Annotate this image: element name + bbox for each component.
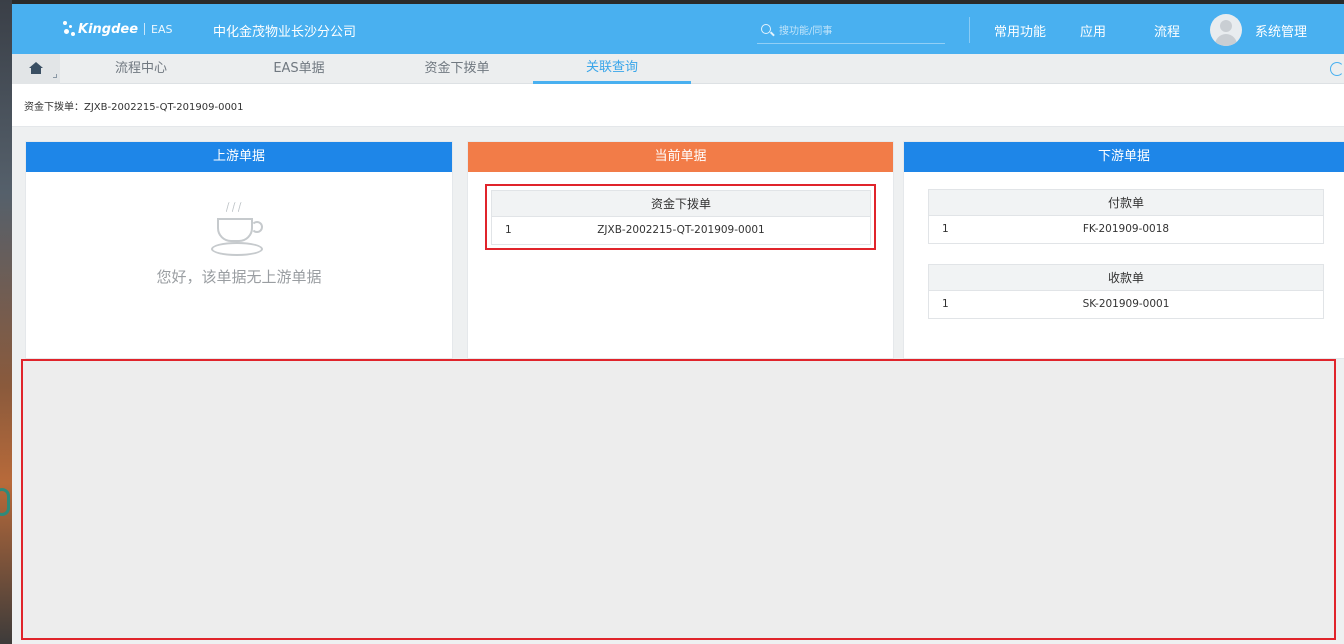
payment-doc-table-header: 付款单 [929,190,1323,216]
desktop-ring-shape [0,488,10,516]
table-row[interactable]: FK-201909-0018 1 [929,216,1323,243]
user-avatar[interactable] [1210,14,1242,46]
empty-state: 您好，该单据无上游单据 [26,202,452,287]
tab-bar: 流程中心 EAS单据 资金下拨单 关联查询 [12,54,1344,84]
breadcrumb: 资金下拨单：ZJXB-2002215-QT-201909-0001 [24,102,244,113]
user-name[interactable]: 系统管理 [1255,21,1307,40]
downstream-panel: 下游单据 付款单 FK-201909-0018 1 收款单 SK-201909-… [903,141,1344,359]
doc-number[interactable]: SK-201909-0001 [929,291,1323,318]
table-row[interactable]: SK-201909-0001 1 [929,291,1323,318]
kingdee-logo[interactable]: Kingdee EAS [62,18,173,40]
app-window: Kingdee EAS 中化金茂物业长沙分公司 常用功能 应用 流程 系统管理 … [12,4,1344,644]
receipt-doc-table: 收款单 SK-201909-0001 1 [928,264,1324,319]
home-button[interactable] [12,54,60,84]
tab-eas-documents[interactable]: EAS单据 [220,54,378,84]
row-index: 1 [942,223,949,235]
top-header: Kingdee EAS 中化金茂物业长沙分公司 常用功能 应用 流程 系统管理 [12,4,1344,54]
upstream-panel-title: 上游单据 [26,142,452,172]
header-link-common-functions[interactable]: 常用功能 [994,21,1046,40]
logo-subtext: EAS [151,22,173,36]
current-panel-title: 当前单据 [468,142,893,172]
coffee-cup-icon [211,202,267,262]
header-link-workflow[interactable]: 流程 [1154,21,1180,40]
upstream-panel: 上游单据 您好，该单据无上游单据 [25,141,453,359]
tab-workflow-center[interactable]: 流程中心 [62,54,220,84]
desktop-background-strip [0,0,12,644]
search-icon[interactable] [761,24,771,34]
current-panel: 当前单据 资金下拨单 ZJXB-2002215-QT-201909-0001 1 [467,141,894,359]
logo-dots-icon [62,19,76,39]
tab-related-query[interactable]: 关联查询 [533,54,691,84]
resize-corner-icon [53,74,57,78]
home-icon [29,62,43,74]
empty-detail-area-highlight [21,359,1336,640]
logo-separator [144,23,146,35]
downstream-panel-title: 下游单据 [904,142,1344,172]
company-name: 中化金茂物业长沙分公司 [213,25,357,40]
header-link-apps[interactable]: 应用 [1080,21,1106,40]
empty-state-text: 您好，该单据无上游单据 [156,268,322,286]
doc-number[interactable]: FK-201909-0018 [929,216,1323,243]
logo-text: Kingdee [78,21,139,37]
row-index: 1 [942,298,949,310]
tab-fund-allocation[interactable]: 资金下拨单 [378,54,536,84]
search-input[interactable] [779,21,939,41]
payment-doc-table: 付款单 FK-201909-0018 1 [928,189,1324,244]
receipt-doc-table-header: 收款单 [929,265,1323,291]
current-doc-highlight-box [485,184,876,250]
search-box [757,18,945,44]
header-divider [969,17,970,43]
content-area: 上游单据 您好，该单据无上游单据 当前单据 资金下拨单 ZJXB-2002215… [12,127,1344,644]
refresh-icon[interactable] [1330,62,1344,76]
